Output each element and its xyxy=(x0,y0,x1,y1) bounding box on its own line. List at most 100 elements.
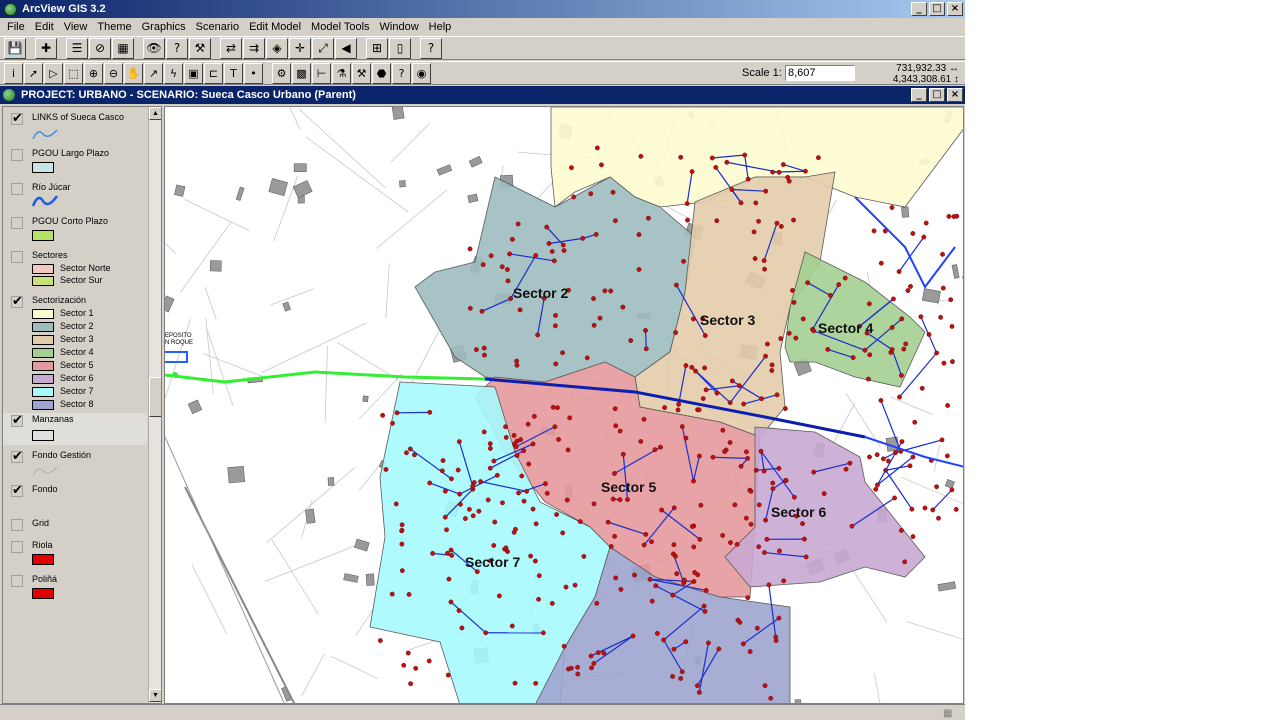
scroll-down-icon[interactable]: ▼ xyxy=(149,689,161,702)
network-node xyxy=(769,362,775,368)
theme-checkbox[interactable] xyxy=(11,183,23,195)
menu-model-tools[interactable]: Model Tools xyxy=(306,21,375,33)
grid-tool[interactable]: ▩ xyxy=(292,62,311,84)
theme-checkbox[interactable] xyxy=(11,251,23,263)
theme-pgou-corto[interactable]: PGOU Corto Plazo xyxy=(3,215,147,245)
theme-checkbox[interactable] xyxy=(11,149,23,161)
theme-checkbox[interactable] xyxy=(11,519,23,531)
theme-checkbox[interactable] xyxy=(11,217,23,229)
zoom-out-tool[interactable]: ⊖ xyxy=(104,62,123,84)
hotlink-tool[interactable]: ϟ xyxy=(164,62,183,84)
identify-tool[interactable]: i xyxy=(4,62,23,84)
network-node xyxy=(449,553,455,558)
menu-window[interactable]: Window xyxy=(375,21,424,33)
zoom-full-button[interactable]: ⇄ xyxy=(220,37,242,59)
menu-view[interactable]: View xyxy=(59,21,93,33)
theme-sectores[interactable]: Sectores Sector Norte Sector Sur xyxy=(3,249,147,289)
menu-edit-model[interactable]: Edit Model xyxy=(244,21,306,33)
network-node xyxy=(595,650,601,656)
globe-tool[interactable]: ◉ xyxy=(412,62,431,84)
theme-polina[interactable]: Poliñá xyxy=(3,573,147,603)
network-tool[interactable]: ⚙ xyxy=(272,62,291,84)
resize-grip-icon[interactable]: ▦ xyxy=(943,708,957,719)
theme-name: Fondo xyxy=(32,484,58,494)
menu-file[interactable]: File xyxy=(2,21,30,33)
zoom-active-button[interactable]: ⇉ xyxy=(243,37,265,59)
theme-grid[interactable]: Grid xyxy=(3,517,147,537)
view-close-button[interactable]: × xyxy=(947,88,963,102)
scale-input[interactable] xyxy=(785,65,855,81)
theme-checkbox[interactable]: ✔ xyxy=(11,112,23,125)
select-features-button[interactable]: ⊞ xyxy=(366,37,388,59)
network-node xyxy=(811,328,817,334)
theme-checkbox[interactable]: ✔ xyxy=(11,450,23,463)
theme-fondo-gestion[interactable]: ✔ Fondo Gestión xyxy=(3,449,147,479)
theme-sectorizacion[interactable]: ✔ Sectorización Sector 1 Sector 2 Sector… xyxy=(3,294,147,414)
zoom-out-button[interactable]: ⤢ xyxy=(312,37,334,59)
title-bar: ArcView GIS 3.2 _ □ × xyxy=(0,0,965,18)
info-tool[interactable]: ? xyxy=(392,62,411,84)
model-tool[interactable]: ⚗ xyxy=(332,62,351,84)
menu-graphics[interactable]: Graphics xyxy=(137,21,191,33)
vertex-edit-tool[interactable]: ▷ xyxy=(44,62,63,84)
theme-checkbox[interactable] xyxy=(11,575,23,587)
menu-help[interactable]: Help xyxy=(424,21,457,33)
theme-checkbox[interactable] xyxy=(11,541,23,553)
network-node xyxy=(560,350,565,356)
menu-scenario[interactable]: Scenario xyxy=(191,21,244,33)
measure-tool[interactable]: ↗ xyxy=(144,62,163,84)
scroll-thumb[interactable] xyxy=(149,377,161,417)
map-display[interactable]: EPOSITO N ROQUE Sector 2 Sector 3 Sector … xyxy=(164,106,964,704)
zoom-in-button[interactable]: ✛ xyxy=(289,37,311,59)
view-maximize-button[interactable]: □ xyxy=(929,88,945,102)
network-node xyxy=(709,155,715,161)
network-node xyxy=(643,346,649,352)
add-theme-button[interactable]: ✚ xyxy=(35,37,57,59)
label-tool[interactable]: ⊏ xyxy=(204,62,223,84)
network-node xyxy=(552,323,558,329)
help-button[interactable]: ? xyxy=(420,37,442,59)
find-button[interactable]: 👁 xyxy=(143,37,165,59)
network-node xyxy=(889,205,895,210)
open-table-button[interactable]: ▦ xyxy=(112,37,134,59)
locate-address-button[interactable]: ⚒ xyxy=(189,37,211,59)
menu-edit[interactable]: Edit xyxy=(30,21,59,33)
clear-selection-button[interactable]: ▯ xyxy=(389,37,411,59)
minimize-button[interactable]: _ xyxy=(911,2,927,16)
zoom-selected-button[interactable]: ◈ xyxy=(266,37,288,59)
network-node xyxy=(499,264,505,270)
theme-riola[interactable]: Riola xyxy=(3,539,147,569)
theme-checkbox[interactable]: ✔ xyxy=(11,484,23,497)
close-button[interactable]: × xyxy=(947,2,963,16)
theme-pgou-largo[interactable]: PGOU Largo Plazo xyxy=(3,147,147,177)
select-feature-tool[interactable]: ⬚ xyxy=(64,62,83,84)
valve-tool[interactable]: ⊢ xyxy=(312,62,331,84)
zoom-previous-button[interactable]: ◀ xyxy=(335,37,357,59)
tank-tool[interactable]: ⬣ xyxy=(372,62,391,84)
theme-checkbox[interactable]: ✔ xyxy=(11,295,23,308)
theme-checkbox[interactable]: ✔ xyxy=(11,414,23,427)
zoom-in-tool[interactable]: ⊕ xyxy=(84,62,103,84)
view-minimize-button[interactable]: _ xyxy=(911,88,927,102)
pan-tool[interactable]: ✋ xyxy=(124,62,143,84)
theme-rio-jucar[interactable]: Río Júcar xyxy=(3,181,147,211)
menu-theme[interactable]: Theme xyxy=(92,21,136,33)
network-node xyxy=(690,316,696,322)
theme-properties-button[interactable]: ☰ xyxy=(66,37,88,59)
scroll-up-icon[interactable]: ▲ xyxy=(149,107,161,120)
save-button[interactable]: 💾 xyxy=(4,37,26,59)
theme-links[interactable]: ✔ LINKS of Sueca Casco xyxy=(3,111,147,145)
theme-manzanas[interactable]: ✔ Manzanas xyxy=(3,413,147,445)
pipe-tool[interactable]: ⚒ xyxy=(352,62,371,84)
theme-fondo[interactable]: ✔ Fondo xyxy=(3,483,147,503)
maximize-button[interactable]: □ xyxy=(929,2,945,16)
draw-point-tool[interactable]: • xyxy=(244,62,263,84)
area-tool[interactable]: ▣ xyxy=(184,62,203,84)
map-canvas[interactable] xyxy=(165,107,964,704)
pointer-tool[interactable]: ➚ xyxy=(24,62,43,84)
edit-legend-button[interactable]: ⊘ xyxy=(89,37,111,59)
toc-scrollbar[interactable]: ▲ ▼ xyxy=(148,107,161,703)
text-tool[interactable]: T xyxy=(224,62,243,84)
network-node xyxy=(549,601,555,606)
query-builder-button[interactable]: ? xyxy=(166,37,188,59)
